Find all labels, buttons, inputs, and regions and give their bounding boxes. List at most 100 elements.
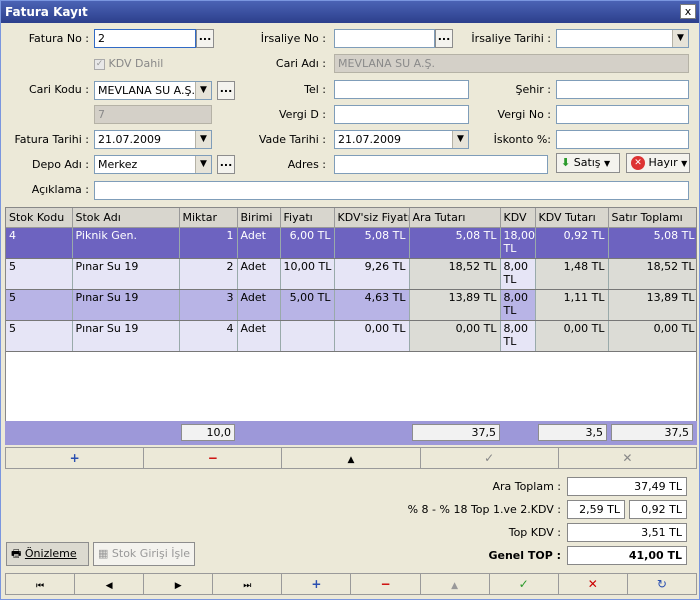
cari-kodu-lookup-button[interactable]: ... (217, 81, 235, 100)
move-up-button[interactable]: ▲ (282, 447, 421, 469)
post-row-button[interactable]: ✓ (420, 447, 559, 469)
table-row[interactable]: 5 Pınar Su 19 2 Adet 10,00 TL 9,26 TL 18… (6, 258, 696, 290)
delete-record-button[interactable]: − (351, 573, 421, 595)
cell[interactable]: 4 (179, 320, 238, 352)
hayir-button[interactable]: ✕ Hayır ▼ (626, 153, 690, 173)
vade-tarihi-picker[interactable]: 21.07.2009 ▼ (334, 130, 469, 149)
first-record-button[interactable]: ⏮ (5, 573, 76, 595)
up-icon: ▲ (347, 455, 355, 465)
col-ara-tutari[interactable]: Ara Tutarı (409, 208, 501, 228)
depo-lookup-button[interactable]: ... (217, 155, 235, 174)
cell[interactable]: 8,00 TL (500, 320, 536, 352)
fatura-tarihi-picker[interactable]: 21.07.2009 ▼ (94, 130, 212, 149)
cell[interactable]: Adet (237, 289, 281, 321)
stok-girisi-button[interactable]: ▦ Stok Girişi İşle (93, 542, 195, 566)
check-icon: ✓ (484, 451, 495, 465)
depo-adi-value: Merkez (98, 158, 138, 171)
chevron-down-icon: ▼ (604, 159, 611, 168)
cell[interactable]: 5 (6, 289, 73, 321)
cell[interactable]: 4 (6, 227, 73, 259)
depo-adi-select[interactable]: Merkez ▼ (94, 155, 212, 174)
cell[interactable]: 18,00 TL (500, 227, 536, 259)
cell[interactable]: Piknik Gen. (72, 227, 180, 259)
cell[interactable]: 4,63 TL (334, 289, 410, 321)
vergi-no-input[interactable] (556, 105, 689, 124)
cell[interactable]: Adet (237, 227, 281, 259)
adres-input[interactable] (334, 155, 548, 174)
cell[interactable]: 8,00 TL (500, 258, 536, 290)
prev-record-button[interactable]: ◀ (75, 573, 145, 595)
cell[interactable]: 5,00 TL (280, 289, 335, 321)
irsaliye-tarihi-picker[interactable]: ▼ (556, 29, 689, 48)
col-kdv[interactable]: KDV (500, 208, 536, 228)
cell[interactable]: 5 (6, 258, 73, 290)
sehir-input[interactable] (556, 80, 689, 99)
fatura-no-lookup-button[interactable]: ... (196, 29, 214, 48)
cell[interactable]: Pınar Su 19 (72, 320, 180, 352)
fatura-no-input[interactable]: 2 (94, 29, 196, 48)
col-miktar[interactable]: Miktar (179, 208, 238, 228)
table-row[interactable]: 4 Piknik Gen. 1 Adet 6,00 TL 5,08 TL 5,0… (6, 227, 696, 259)
fatura-tarihi-label: Fatura Tarihi : (14, 133, 89, 146)
items-grid[interactable]: Stok Kodu Stok Adı Miktar Birimi Fiyatı … (5, 207, 697, 445)
col-fiyati[interactable]: Fiyatı (280, 208, 335, 228)
cell: 0,00 TL (409, 320, 501, 352)
close-button[interactable]: x (680, 4, 696, 19)
col-satir-toplami[interactable]: Satır Toplamı (608, 208, 696, 228)
cell[interactable]: 8,00 TL (500, 289, 536, 321)
chevron-down-icon[interactable]: ▼ (672, 30, 688, 47)
chevron-down-icon[interactable]: ▼ (195, 131, 211, 148)
cari-adi-label: Cari Adı : (275, 57, 326, 70)
chevron-down-icon[interactable]: ▼ (452, 131, 468, 148)
cell[interactable]: 5 (6, 320, 73, 352)
cell[interactable]: 3 (179, 289, 238, 321)
delete-row-button[interactable]: − (144, 447, 283, 469)
cell[interactable]: Adet (237, 320, 281, 352)
cell[interactable]: 9,26 TL (334, 258, 410, 290)
cancel-row-button[interactable]: ✕ (558, 447, 698, 469)
table-row[interactable]: 5 Pınar Su 19 3 Adet 5,00 TL 4,63 TL 13,… (6, 289, 696, 321)
satis-button[interactable]: ⬇ Satış ▼ (556, 153, 620, 173)
col-stok-kodu[interactable]: Stok Kodu (6, 208, 73, 228)
post-record-button[interactable]: ✓ (489, 573, 559, 595)
col-kdvsiz-fiyati[interactable]: KDV'siz Fiyatı (334, 208, 410, 228)
cell[interactable]: 0,00 TL (334, 320, 410, 352)
tel-input[interactable] (334, 80, 469, 99)
col-kdv-tutari[interactable]: KDV Tutarı (535, 208, 609, 228)
col-birimi[interactable]: Birimi (237, 208, 281, 228)
cell[interactable]: 5,08 TL (334, 227, 410, 259)
cari-kodu-select[interactable]: MEVLANA SU A.Ş. ▼ (94, 81, 212, 100)
edit-record-button[interactable]: ▲ (420, 573, 490, 595)
insert-record-button[interactable]: + (282, 573, 352, 595)
table-row[interactable]: 5 Pınar Su 19 4 Adet 0,00 TL 0,00 TL 8,0… (6, 320, 696, 352)
irsaliye-lookup-button[interactable]: ... (435, 29, 453, 48)
cell[interactable]: 6,00 TL (280, 227, 335, 259)
genel-top-value: 41,00 TL (567, 546, 687, 565)
iskonto-input[interactable] (556, 130, 689, 149)
cell[interactable]: 1 (179, 227, 238, 259)
cell[interactable] (280, 320, 335, 352)
kdv-dahil-checkbox[interactable]: ✓ KDV Dahil (94, 57, 163, 70)
cell[interactable]: Adet (237, 258, 281, 290)
cell[interactable]: 10,00 TL (280, 258, 335, 290)
next-record-button[interactable]: ▶ (144, 573, 214, 595)
cancel-record-button[interactable]: ✕ (558, 573, 628, 595)
cell[interactable]: Pınar Su 19 (72, 289, 180, 321)
irsaliye-no-input[interactable] (334, 29, 435, 48)
last-icon: ⏭ (243, 581, 252, 591)
tel-label: Tel : (304, 83, 326, 96)
vergi-d-input[interactable] (334, 105, 469, 124)
onizleme-button[interactable]: 🖶 Önizleme (6, 542, 89, 566)
chevron-down-icon[interactable]: ▼ (195, 82, 211, 99)
cell[interactable]: Pınar Su 19 (72, 258, 180, 290)
fatura-tarihi-value: 21.07.2009 (98, 133, 161, 146)
col-stok-adi[interactable]: Stok Adı (72, 208, 180, 228)
add-row-button[interactable]: + (5, 447, 145, 469)
chevron-down-icon[interactable]: ▼ (195, 156, 211, 173)
cell: 0,92 TL (535, 227, 609, 259)
record-navigator: ⏮ ◀ ▶ ⏭ + − ▲ ✓ ✕ ↻ (5, 573, 697, 595)
last-record-button[interactable]: ⏭ (213, 573, 283, 595)
aciklama-input[interactable] (94, 181, 689, 200)
refresh-button[interactable]: ↻ (627, 573, 697, 595)
cell[interactable]: 2 (179, 258, 238, 290)
